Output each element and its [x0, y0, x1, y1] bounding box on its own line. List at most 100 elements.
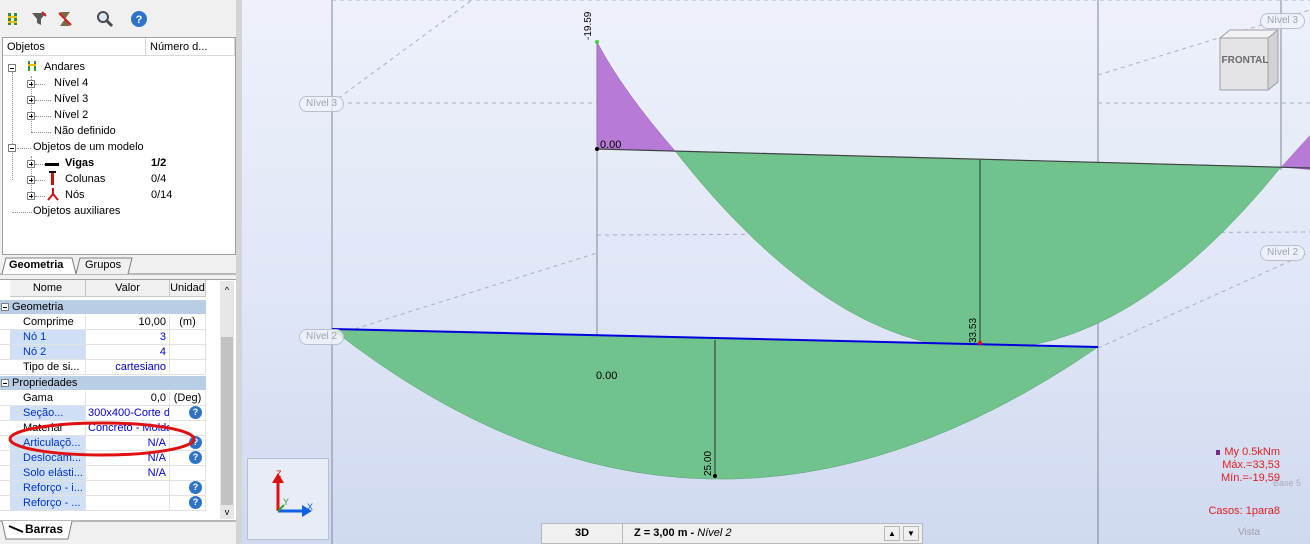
prop-unit	[170, 345, 206, 359]
tree-item-nao-definido[interactable]: Não definido	[54, 123, 116, 139]
collapse-andares-toggle[interactable]	[8, 64, 16, 72]
legend-moment: My 0.5kNm	[1224, 446, 1280, 458]
tree-header-objects[interactable]: Objetos	[3, 38, 146, 56]
prop-header-value[interactable]: Valor	[86, 280, 170, 297]
scrollbar-thumb[interactable]	[221, 337, 233, 505]
prop-value[interactable]: N/A	[86, 466, 170, 480]
prop-row-reforco2[interactable]: Reforço - ... ?	[0, 496, 206, 511]
prop-value[interactable]: 300x400-Corte d	[86, 406, 170, 420]
prop-value[interactable]: 3	[86, 330, 170, 344]
nos-count: 0/14	[151, 189, 173, 201]
expand-nivel2-toggle[interactable]	[27, 112, 35, 120]
moment-diagram-negative	[596, 41, 676, 152]
level-up-button[interactable]: ▲	[884, 526, 900, 541]
3d-viewport[interactable]: FRONTAL Nível 3 Nível 3 Nível 2 Nível 2 …	[242, 0, 1310, 544]
tab-barras[interactable]: Barras	[20, 521, 68, 538]
z-level: Nível 2	[697, 527, 732, 539]
tab-geometria[interactable]: Geometria	[4, 257, 68, 274]
collapse-propriedades-toggle[interactable]	[1, 379, 9, 387]
axis-label-z: Z	[276, 469, 282, 479]
expand-vigas-toggle[interactable]	[27, 160, 35, 168]
level-label-nivel2-right: Nível 2	[1260, 245, 1306, 261]
help-icon[interactable]: ?	[189, 481, 202, 494]
moment-diagram-negative-right	[1281, 135, 1310, 170]
axis-label-y: Y	[283, 497, 290, 507]
prop-row-tipo[interactable]: Tipo de si... cartesiano	[0, 360, 206, 375]
tree-item-objetos-auxiliares[interactable]: Objetos auxiliares	[33, 203, 120, 219]
tree-item-nivel3[interactable]: Nível 3	[54, 91, 88, 107]
prop-name: Gama	[10, 391, 86, 405]
prop-name: Reforço - ...	[10, 496, 86, 510]
prop-unit	[170, 360, 206, 374]
axis-indicator: Z Y X	[247, 458, 329, 540]
prop-unit: (m)	[170, 315, 206, 329]
prop-value[interactable]: 0,0	[86, 391, 170, 405]
collapse-objetos-modelo-toggle[interactable]	[8, 144, 16, 152]
prop-value[interactable]: 4	[86, 345, 170, 359]
column-icon	[49, 171, 56, 185]
view-status-bar: 3D Z = 3,00 m - Nível 2 ▲ ▼	[541, 523, 923, 544]
tree-item-colunas[interactable]: Colunas	[65, 171, 105, 187]
collapse-geometria-toggle[interactable]	[1, 303, 9, 311]
filter-icon[interactable]	[30, 10, 48, 28]
prop-value[interactable]	[86, 481, 170, 495]
vista-label[interactable]: Vista	[1238, 527, 1260, 538]
expand-colunas-toggle[interactable]	[27, 176, 35, 184]
z-prefix: Z = 3,00 m -	[634, 527, 698, 539]
prop-row-gama[interactable]: Gama 0,0 (Deg)	[0, 391, 206, 406]
help-icon[interactable]: ?	[189, 496, 202, 509]
prop-name: Nó 2	[10, 345, 86, 359]
prop-unit	[170, 466, 206, 480]
level-down-button[interactable]: ▼	[903, 526, 919, 541]
prop-row-comprimento[interactable]: Comprime 10,00 (m)	[0, 315, 206, 330]
value-label: -19.59	[583, 11, 594, 40]
property-scrollbar[interactable]: ^ v	[220, 281, 234, 519]
prop-row-reforco1[interactable]: Reforço - i... ?	[0, 481, 206, 496]
help-icon[interactable]: ?	[189, 406, 202, 419]
tree-item-objetos-modelo[interactable]: Objetos de um modelo	[33, 139, 144, 155]
expand-nivel3-toggle[interactable]	[27, 96, 35, 104]
current-level-display[interactable]: Z = 3,00 m - Nível 2	[634, 524, 732, 543]
chevron-down-icon[interactable]: v	[222, 507, 232, 517]
legend-min: Mín.=-19,59	[1220, 472, 1280, 484]
prop-row-solo[interactable]: Solo elásti... N/A	[0, 466, 206, 481]
prop-row-no2[interactable]: Nó 2 4	[0, 345, 206, 360]
view-mode-3d-button[interactable]: 3D	[542, 524, 623, 543]
tree-item-nos[interactable]: Nós	[65, 187, 85, 203]
tree-item-vigas[interactable]: Vigas	[65, 155, 94, 171]
prop-value[interactable]	[86, 496, 170, 510]
prop-row-no1[interactable]: Nó 1 3	[0, 330, 206, 345]
prop-header-name[interactable]: Nome	[10, 280, 86, 297]
tab-grupos[interactable]: Grupos	[80, 257, 126, 274]
left-panel: ? Objetos Número d... Andares Nível 4 Ní…	[0, 0, 240, 544]
prop-name: Solo elásti...	[10, 466, 86, 480]
prop-value[interactable]: cartesiano	[86, 360, 170, 374]
search-icon[interactable]	[96, 10, 114, 28]
tree-header-number[interactable]: Número d...	[146, 38, 235, 56]
prop-value[interactable]: 10,00	[86, 315, 170, 329]
chevron-up-icon[interactable]: ^	[222, 285, 232, 295]
colunas-count: 0/4	[151, 173, 167, 185]
expand-nivel4-toggle[interactable]	[27, 80, 35, 88]
floors-icon	[28, 61, 36, 71]
svg-text:?: ?	[136, 14, 143, 26]
level-label-nivel2-left: Nível 2	[299, 329, 345, 345]
node-icon	[47, 188, 59, 201]
structure-icon[interactable]	[6, 10, 24, 28]
prop-header-unit[interactable]: Unidad	[170, 280, 206, 297]
hourglass-filter-icon[interactable]	[56, 10, 74, 28]
prop-unit	[170, 330, 206, 344]
result-legend: My 0.5kNm Máx.=33,53 Mín.=-19,59 Casos: …	[1208, 446, 1280, 518]
group-propriedades[interactable]: Propriedades	[0, 376, 206, 390]
expand-nos-toggle[interactable]	[27, 192, 35, 200]
group-geometria[interactable]: Geometria	[0, 300, 206, 314]
axis-label-x: X	[307, 502, 314, 512]
tree-item-andares[interactable]: Andares	[44, 59, 85, 75]
tree-item-nivel2[interactable]: Nível 2	[54, 107, 88, 123]
help-icon[interactable]: ?	[130, 10, 148, 28]
value-label: 25.00	[703, 450, 714, 476]
tree-item-nivel4[interactable]: Nível 4	[54, 75, 88, 91]
legend-max: Máx.=33,53	[1222, 459, 1280, 471]
view-cube-label[interactable]: FRONTAL	[1221, 55, 1269, 66]
value-label: 0.00	[600, 139, 622, 151]
